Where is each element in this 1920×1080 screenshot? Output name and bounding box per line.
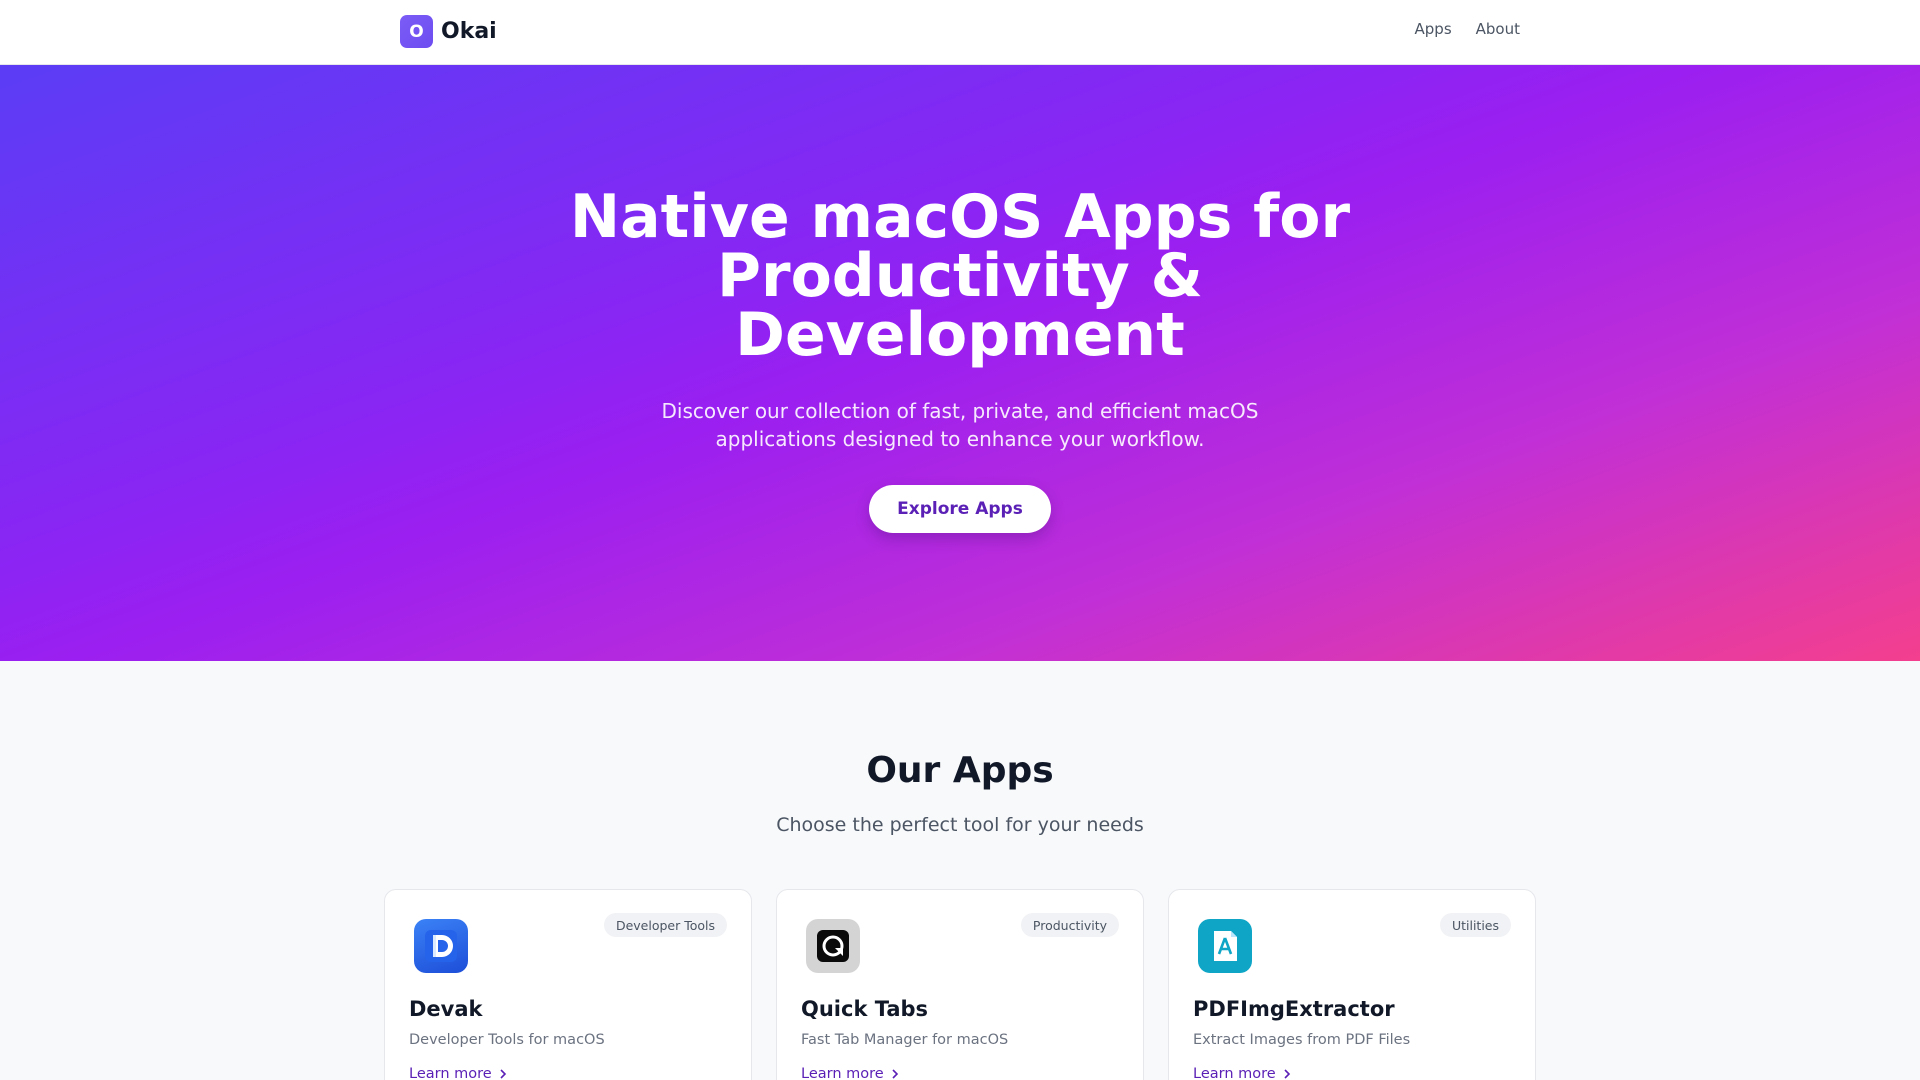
category-badge: Utilities (1439, 913, 1511, 937)
app-description: Fast Tab Manager for macOS (801, 1032, 1009, 1048)
devak-app-icon (414, 919, 468, 973)
nav-link-about[interactable]: About (1476, 20, 1520, 38)
hero-section: Native macOS Apps for Productivity & Dev… (0, 65, 1920, 661)
learn-more-label: Learn more (409, 1066, 492, 1080)
chevron-right-icon (1284, 1069, 1290, 1079)
app-description: Extract Images from PDF Files (1193, 1032, 1411, 1048)
learn-more-link[interactable]: Learn more (409, 1066, 508, 1080)
main-nav: Apps About (1415, 20, 1520, 38)
nav-link-apps[interactable]: Apps (1415, 20, 1452, 38)
category-badge: Productivity (1020, 913, 1119, 937)
hero-subtitle: Discover our collection of fast, private… (661, 399, 1259, 451)
app-card-devak[interactable]: Developer Tools Devak Developer Tools fo… (384, 889, 752, 1080)
app-card-pdfimgextractor[interactable]: Utilities PDFImgExtractor Extract Images… (1168, 889, 1536, 1080)
site-header: O Okai Apps About (0, 0, 1920, 65)
learn-more-label: Learn more (1193, 1066, 1276, 1080)
pdf-img-extractor-app-icon (1198, 919, 1252, 973)
app-name: PDFImgExtractor (1193, 997, 1395, 1021)
app-name: Quick Tabs (801, 997, 929, 1021)
apps-section-title: Our Apps (866, 750, 1054, 791)
app-card-quick-tabs[interactable]: Productivity Quick Tabs Fast Tab Manager… (776, 889, 1144, 1080)
brand-logo-icon: O (400, 15, 433, 48)
explore-apps-button[interactable]: Explore Apps (869, 485, 1051, 533)
app-description: Developer Tools for macOS (409, 1032, 605, 1048)
chevron-right-icon (500, 1069, 506, 1079)
app-name: Devak (409, 997, 483, 1021)
hero-title: Native macOS Apps for Productivity & Dev… (569, 182, 1351, 370)
learn-more-label: Learn more (801, 1066, 884, 1080)
learn-more-link[interactable]: Learn more (1193, 1066, 1292, 1080)
category-badge: Developer Tools (603, 913, 727, 937)
learn-more-link[interactable]: Learn more (801, 1066, 900, 1080)
apps-section-subtitle: Choose the perfect tool for your needs (776, 814, 1144, 836)
chevron-right-icon (892, 1069, 898, 1079)
quick-tabs-app-icon (806, 919, 860, 973)
brand-home-link[interactable]: O Okai (400, 15, 497, 48)
brand-name: Okai (441, 19, 497, 44)
